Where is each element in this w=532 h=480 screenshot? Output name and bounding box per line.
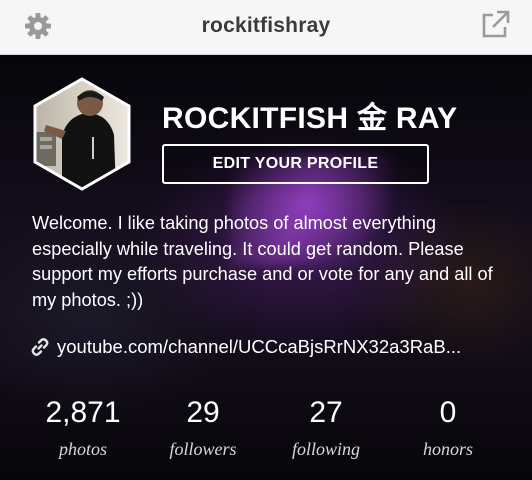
- link-icon: [30, 337, 50, 357]
- stat-value: 29: [186, 396, 220, 429]
- profile-website-link[interactable]: youtube.com/channel/UCCcaBjsRrNX32a3RaB.…: [30, 335, 510, 361]
- edit-profile-button[interactable]: EDIT YOUR PROFILE: [162, 144, 429, 184]
- stat-label: honors: [422, 439, 473, 459]
- username-title: rockitfishray: [201, 14, 331, 37]
- profile-stats: 2,871 photos 29 followers 27 following 0…: [0, 395, 532, 475]
- stat-followers[interactable]: 29 followers: [143, 395, 263, 460]
- stat-value: 2,871: [45, 396, 121, 429]
- top-bar: rockitfishray: [0, 0, 532, 55]
- stat-value: 0: [439, 396, 457, 429]
- stat-label: following: [291, 439, 360, 459]
- profile-bio: Welcome. I like taking photos of almost …: [32, 213, 493, 310]
- stat-label: photos: [58, 439, 107, 459]
- profile-hero: ROCKITFISH 金 RAY EDIT YOUR PROFILE Welco…: [0, 55, 532, 480]
- display-name: ROCKITFISH 金 RAY: [162, 102, 458, 135]
- avatar[interactable]: [32, 77, 132, 191]
- stat-label: followers: [169, 439, 237, 459]
- stat-honors[interactable]: 0 honors: [388, 395, 508, 460]
- stat-photos[interactable]: 2,871 photos: [23, 395, 143, 460]
- website-link-text: youtube.com/channel/UCCcaBjsRrNX32a3RaB.…: [57, 336, 462, 357]
- share-icon[interactable]: [478, 8, 512, 42]
- stat-value: 27: [309, 396, 343, 429]
- stat-following[interactable]: 27 following: [266, 395, 386, 460]
